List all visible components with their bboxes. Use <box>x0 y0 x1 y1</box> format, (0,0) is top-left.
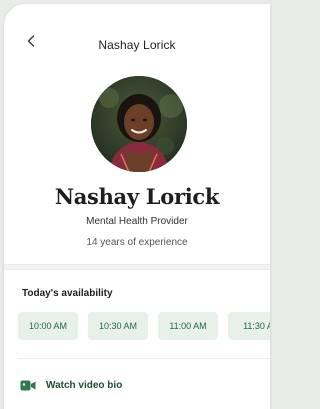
watch-video-bio-link[interactable]: Watch video bio <box>20 376 122 394</box>
video-camera-icon <box>20 379 36 391</box>
time-slot[interactable]: 11:30 A <box>228 312 270 340</box>
video-link-label: Watch video bio <box>46 379 123 391</box>
divider <box>18 358 270 359</box>
time-slot-list: 10:00 AM 10:30 AM 11:00 AM 11:30 A <box>18 312 270 340</box>
time-slot[interactable]: 11:00 AM <box>158 312 218 340</box>
top-bar: Nashay Lorick <box>4 30 270 60</box>
time-slot[interactable]: 10:30 AM <box>88 312 148 340</box>
time-slot[interactable]: 10:00 AM <box>18 312 78 340</box>
section-divider <box>4 264 270 270</box>
provider-name: Nashay Lorick <box>54 184 220 209</box>
availability-heading: Today's availability <box>22 288 113 299</box>
page-title: Nashay Lorick <box>98 38 176 52</box>
provider-role: Mental Health Provider <box>86 216 188 227</box>
avatar <box>91 76 187 172</box>
provider-experience: 14 years of experience <box>86 237 188 248</box>
provider-card: Nashay Lorick Nashay Lorick Mental Healt… <box>4 4 270 409</box>
